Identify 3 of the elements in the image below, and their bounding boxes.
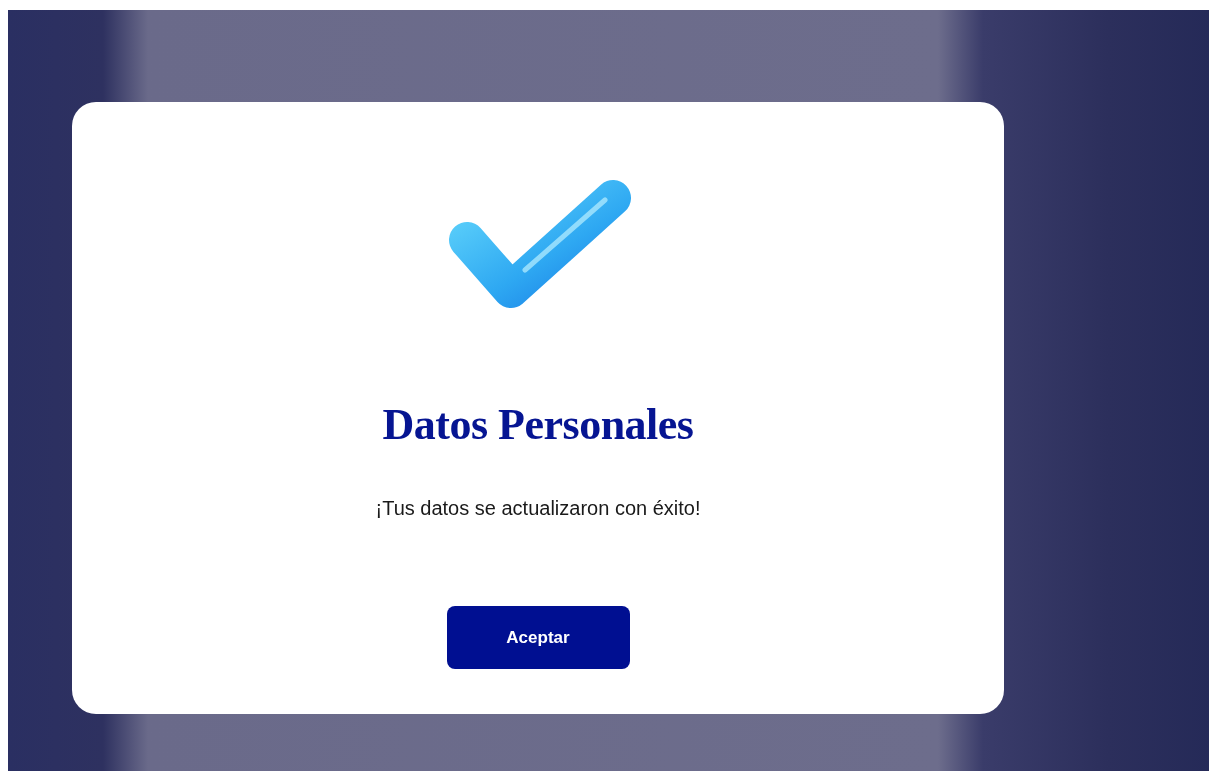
accept-button[interactable]: Aceptar	[446, 606, 630, 669]
success-message: ¡Tus datos se actualizaron con éxito!	[375, 496, 701, 521]
dialog-title: Datos Personales	[382, 399, 694, 451]
